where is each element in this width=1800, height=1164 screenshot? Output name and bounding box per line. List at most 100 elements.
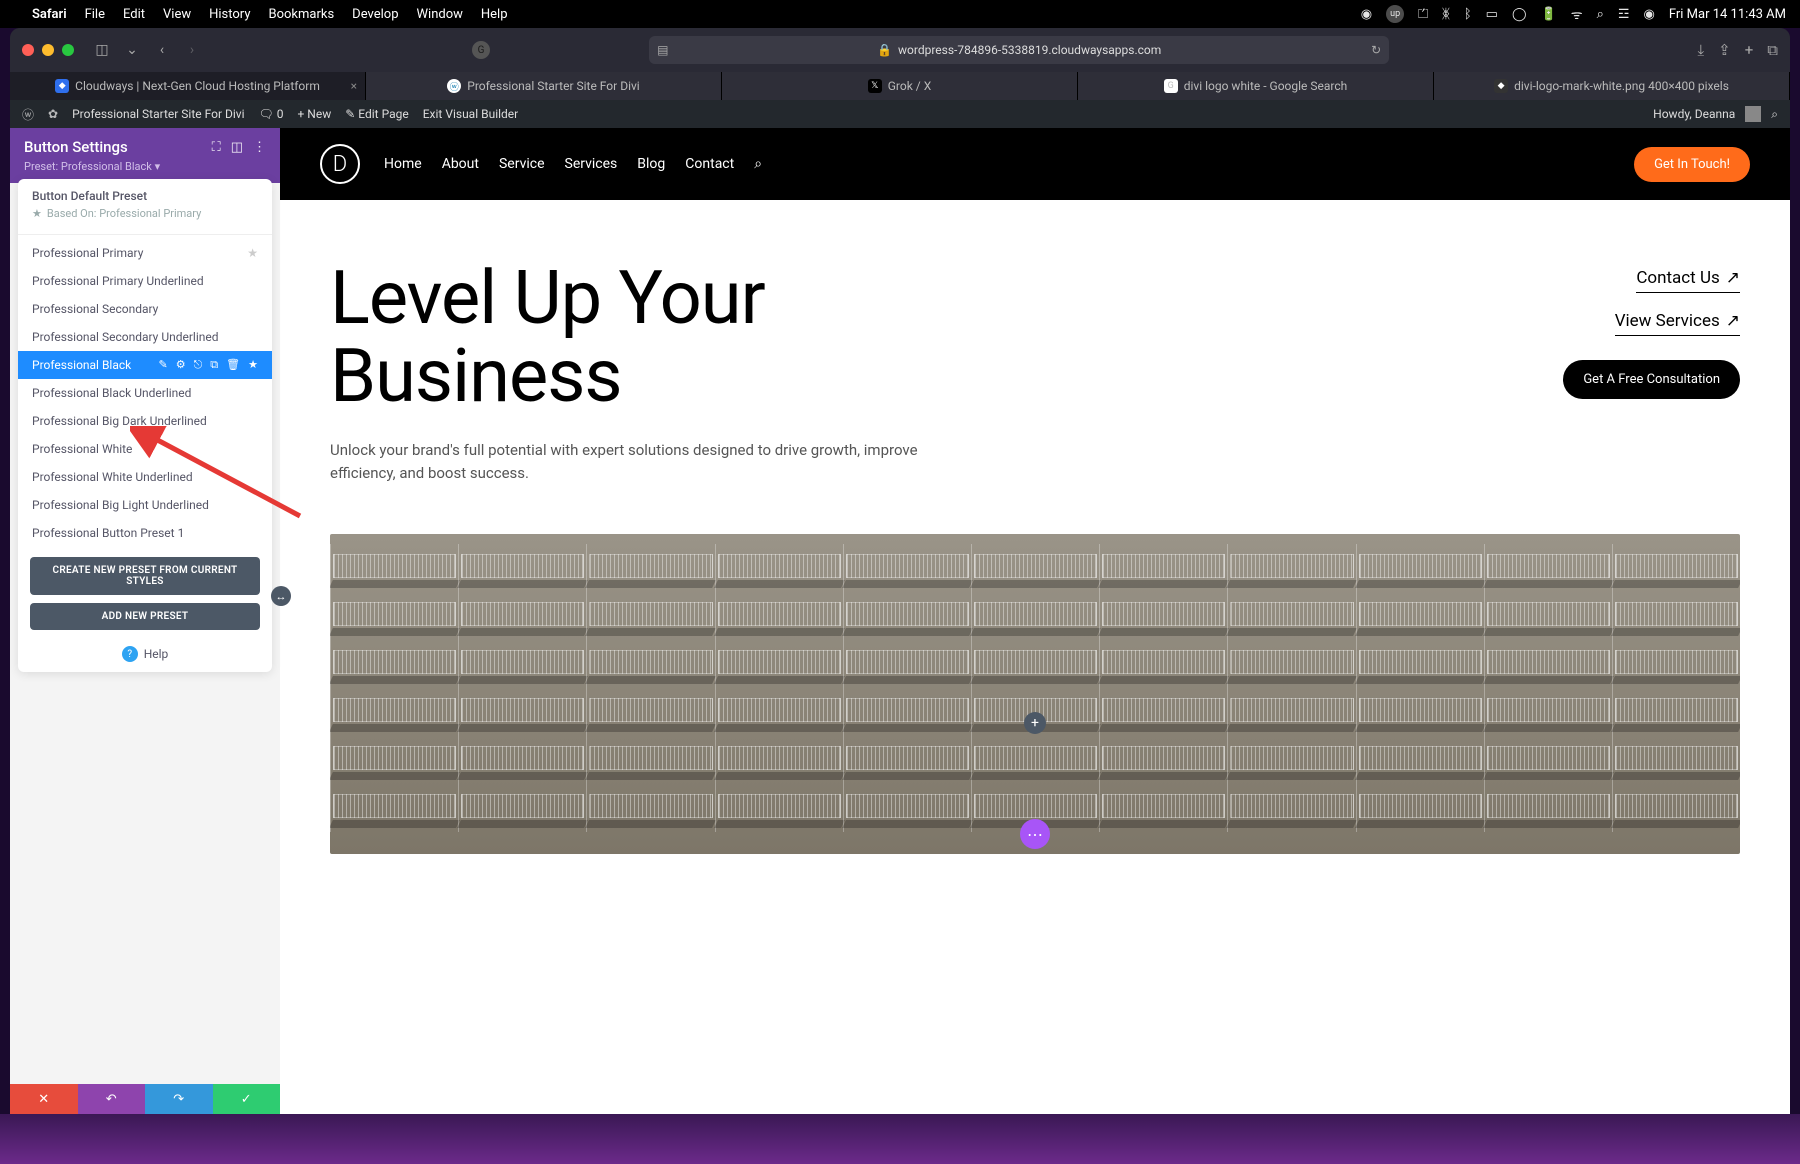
- panel-resize-handle[interactable]: ↔: [271, 586, 291, 606]
- menu-view[interactable]: View: [163, 7, 191, 22]
- nav-forward-icon[interactable]: ›: [182, 42, 202, 58]
- add-module-button[interactable]: +: [1024, 712, 1046, 734]
- preset-item[interactable]: Professional Primary★: [18, 239, 272, 267]
- nav-blog[interactable]: Blog: [637, 156, 665, 172]
- upwork-icon[interactable]: up: [1386, 5, 1404, 23]
- menu-app[interactable]: Safari: [32, 7, 67, 22]
- preset-item[interactable]: Professional White Underlined: [18, 463, 272, 491]
- menubar-clock[interactable]: Fri Mar 14 11:43 AM: [1669, 7, 1786, 22]
- default-preset-label[interactable]: Button Default Preset: [18, 179, 272, 207]
- expand-icon[interactable]: ⛶: [212, 140, 221, 155]
- add-preset-button[interactable]: ADD NEW PRESET: [30, 603, 260, 630]
- display-icon[interactable]: ▭: [1486, 7, 1498, 22]
- share-icon[interactable]: ⇪: [1718, 41, 1731, 59]
- wifi-icon[interactable]: ᯤ: [1571, 5, 1583, 23]
- nav-services[interactable]: Services: [565, 156, 618, 172]
- undo-button[interactable]: ↶: [78, 1084, 146, 1114]
- help-link[interactable]: ? Help: [18, 636, 272, 672]
- view-services-link[interactable]: View Services ↗: [1615, 311, 1740, 336]
- gear-icon[interactable]: ⚙: [176, 358, 186, 372]
- nav-search-icon[interactable]: ⌕: [754, 156, 762, 172]
- tabs-overview-icon[interactable]: ⧉: [1767, 41, 1778, 59]
- link-icon[interactable]: ⎋: [194, 358, 203, 372]
- wp-exit-vb[interactable]: Exit Visual Builder: [423, 107, 519, 121]
- create-preset-button[interactable]: CREATE NEW PRESET FROM CURRENT STYLES: [30, 557, 260, 595]
- redo-button[interactable]: ↷: [145, 1084, 213, 1114]
- menu-edit[interactable]: Edit: [123, 7, 145, 22]
- preset-item-selected[interactable]: Professional Black ✎ ⚙ ⎋ ⧉ 🗑 ★: [18, 351, 272, 379]
- wp-new[interactable]: + New: [298, 107, 332, 121]
- nav-home[interactable]: Home: [384, 156, 422, 172]
- divi-icon[interactable]: ✿: [48, 107, 58, 121]
- section-settings-button[interactable]: ⋯: [1020, 819, 1050, 849]
- wp-avatar-icon[interactable]: [1745, 106, 1761, 122]
- preset-item[interactable]: Professional White: [18, 435, 272, 463]
- tab-divi-logo[interactable]: ◆ divi-logo-mark-white.png 400×400 pixel…: [1434, 72, 1790, 100]
- star-icon[interactable]: ★: [247, 246, 258, 260]
- wp-comments[interactable]: 🗨 0: [259, 107, 284, 121]
- reload-icon[interactable]: ↻: [1371, 43, 1381, 57]
- menu-file[interactable]: File: [85, 7, 105, 22]
- preset-item[interactable]: Professional Secondary Underlined: [18, 323, 272, 351]
- download-icon[interactable]: ⤓: [1698, 41, 1705, 59]
- new-tab-icon[interactable]: +: [1745, 41, 1754, 59]
- address-url: wordpress-784896-5338819.cloudwaysapps.c…: [898, 43, 1161, 57]
- discard-button[interactable]: ✕: [10, 1084, 78, 1114]
- trash-icon[interactable]: 🗑: [226, 358, 240, 372]
- window-close-icon[interactable]: [22, 44, 34, 56]
- menu-history[interactable]: History: [209, 7, 250, 22]
- menu-bookmarks[interactable]: Bookmarks: [268, 7, 334, 22]
- user-icon[interactable]: ◯: [1512, 7, 1527, 22]
- grammarly-icon[interactable]: G: [472, 41, 490, 59]
- hero-image[interactable]: + ⋯: [330, 534, 1740, 854]
- wp-search-icon[interactable]: ⌕: [1771, 107, 1778, 122]
- save-button[interactable]: ✓: [213, 1084, 281, 1114]
- contact-us-link[interactable]: Contact Us ↗: [1636, 268, 1740, 293]
- reader-icon[interactable]: ▤: [657, 43, 668, 57]
- get-in-touch-button[interactable]: Get In Touch!: [1634, 147, 1750, 182]
- dock-icon[interactable]: ◫: [231, 140, 243, 155]
- nav-back-icon[interactable]: ‹: [152, 42, 172, 58]
- record-icon[interactable]: ◉: [1361, 7, 1372, 22]
- tab-grok[interactable]: 𝕏 Grok / X: [722, 72, 1078, 100]
- nav-contact[interactable]: Contact: [685, 156, 734, 172]
- preset-item[interactable]: Professional Big Dark Underlined: [18, 407, 272, 435]
- nav-service[interactable]: Service: [499, 156, 545, 172]
- spotlight-icon[interactable]: ⌕: [1597, 7, 1604, 22]
- window-maximize-icon[interactable]: [62, 44, 74, 56]
- free-consultation-button[interactable]: Get A Free Consultation: [1563, 360, 1740, 399]
- preset-item[interactable]: Professional Big Light Underlined: [18, 491, 272, 519]
- tab-cloudways[interactable]: ◆ Cloudways | Next-Gen Cloud Hosting Pla…: [10, 72, 366, 100]
- more-icon[interactable]: ⋮: [253, 140, 266, 155]
- nav-about[interactable]: About: [442, 156, 479, 172]
- menu-window[interactable]: Window: [417, 7, 463, 22]
- siri-icon[interactable]: ◉: [1644, 7, 1655, 22]
- star-icon[interactable]: ★: [248, 358, 258, 372]
- wp-site-name[interactable]: Professional Starter Site For Divi: [72, 107, 244, 121]
- wp-howdy[interactable]: Howdy, Deanna: [1653, 107, 1735, 121]
- preset-item[interactable]: Professional Black Underlined: [18, 379, 272, 407]
- bluetooth-icon[interactable]: ᛒ: [1464, 7, 1472, 22]
- preset-item[interactable]: Professional Primary Underlined: [18, 267, 272, 295]
- site-logo-icon[interactable]: D: [320, 144, 360, 184]
- wordpress-icon[interactable]: ⓦ: [22, 106, 34, 123]
- preset-item[interactable]: Professional Button Preset 1: [18, 519, 272, 547]
- wp-edit-page[interactable]: ✎ Edit Page: [345, 107, 408, 121]
- preset-item[interactable]: Professional Secondary: [18, 295, 272, 323]
- copy-icon[interactable]: ⧉: [210, 358, 218, 372]
- panel-preset-selector[interactable]: Preset: Professional Black ▾: [24, 160, 266, 173]
- airpods-icon[interactable]: ᛤ: [1442, 7, 1450, 22]
- control-center-icon[interactable]: ☲: [1618, 7, 1630, 22]
- tab-google[interactable]: G divi logo white - Google Search: [1078, 72, 1434, 100]
- tab-close-icon[interactable]: ×: [351, 79, 357, 93]
- menu-develop[interactable]: Develop: [352, 7, 398, 22]
- screen-icon[interactable]: ⏍: [1418, 7, 1428, 22]
- chevron-down-icon[interactable]: ⌄: [122, 42, 142, 58]
- menu-help[interactable]: Help: [481, 7, 508, 22]
- tab-divi-site[interactable]: ⓦ Professional Starter Site For Divi: [366, 72, 722, 100]
- window-minimize-icon[interactable]: [42, 44, 54, 56]
- sidebar-toggle-icon[interactable]: ◫: [92, 42, 112, 58]
- edit-icon[interactable]: ✎: [159, 358, 168, 372]
- battery-icon[interactable]: 🔋: [1541, 7, 1557, 22]
- address-bar[interactable]: ▤ 🔒 wordpress-784896-5338819.cloudwaysap…: [649, 36, 1389, 64]
